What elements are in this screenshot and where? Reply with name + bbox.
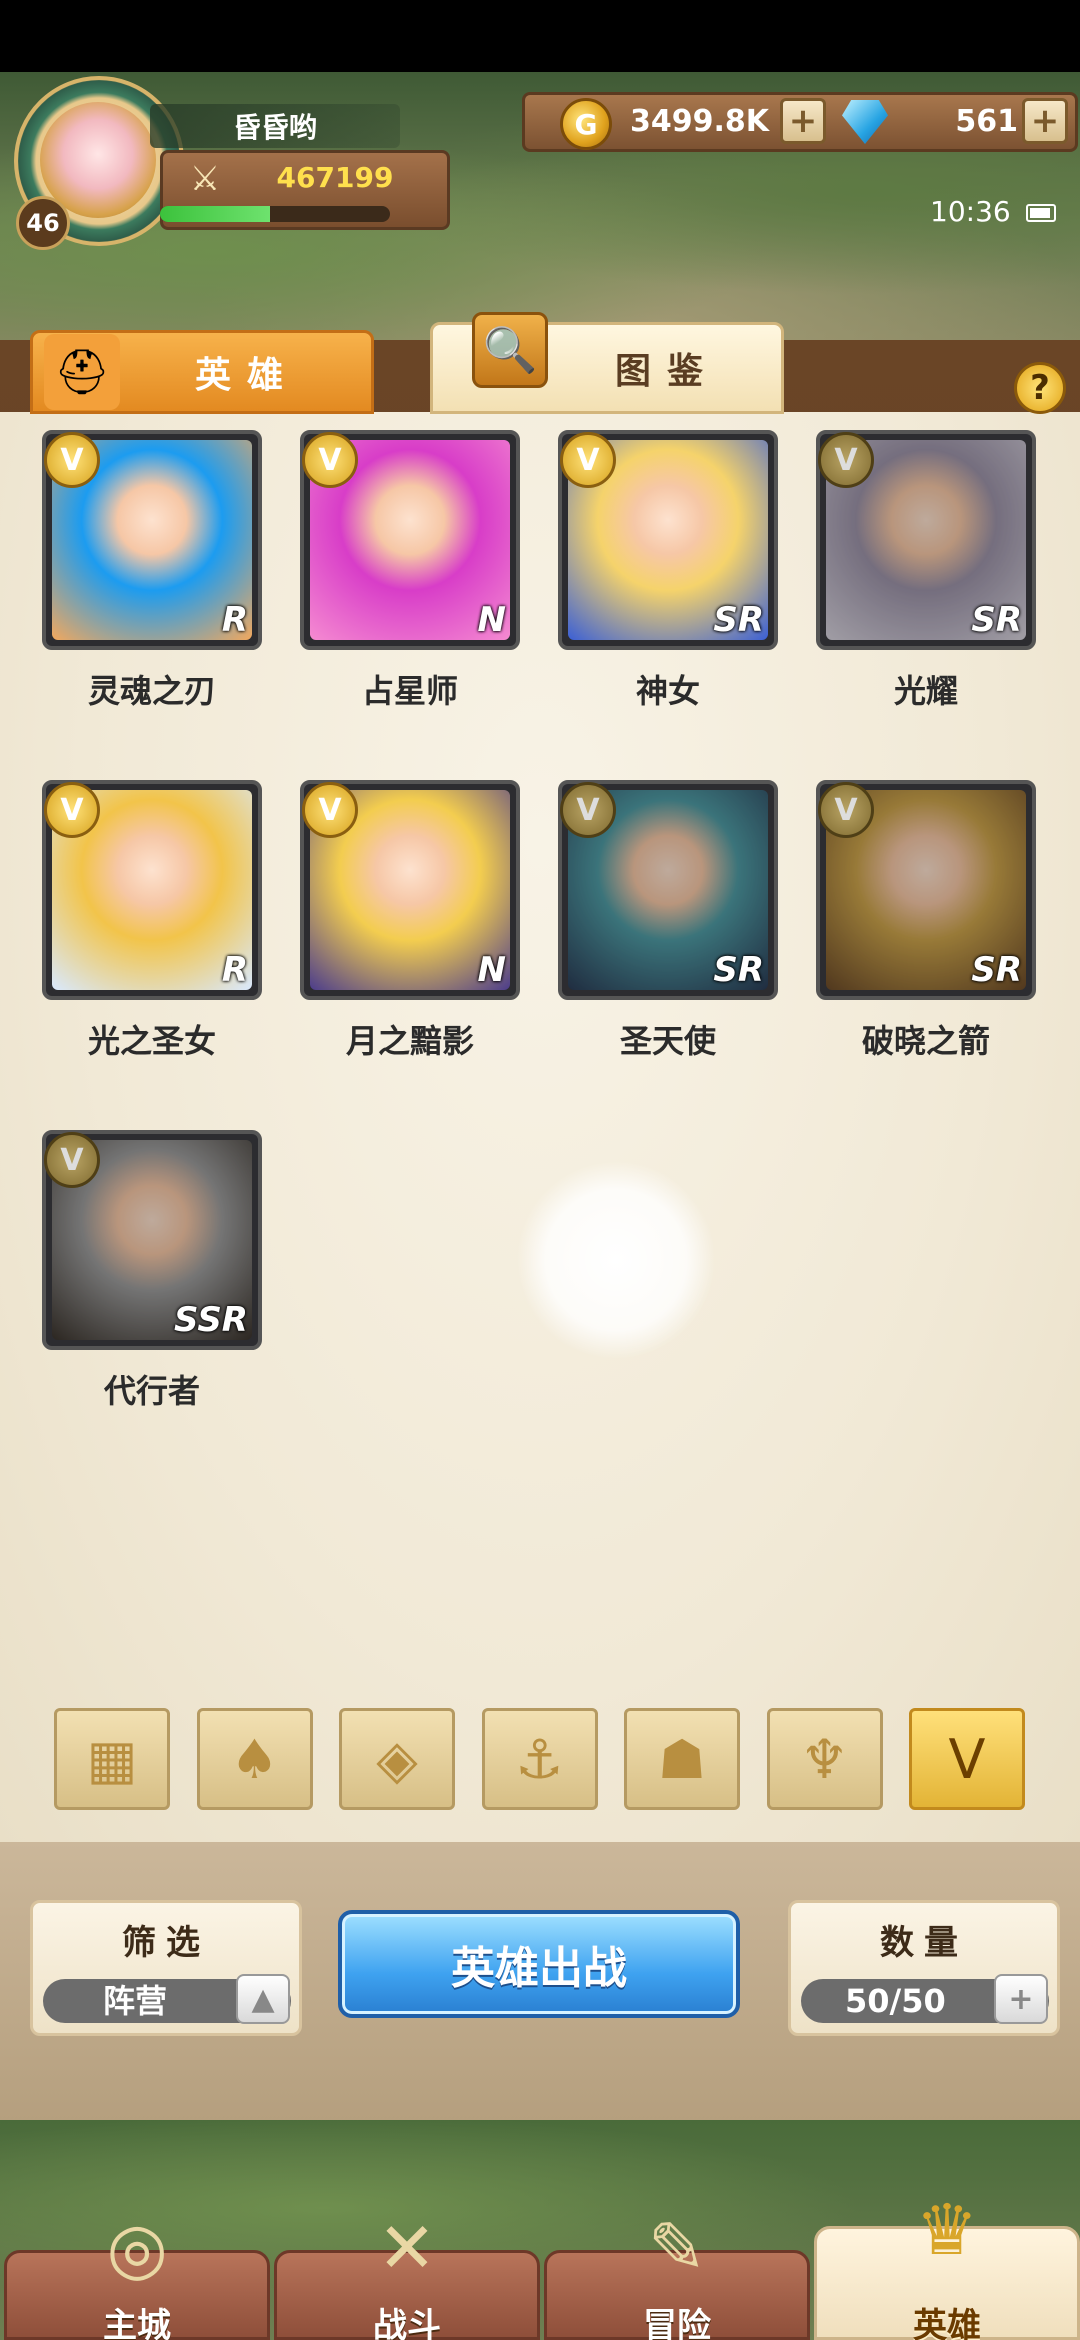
- faction-filter-leaf-icon[interactable]: ♠: [196, 1708, 313, 1810]
- nav-label: 主城: [103, 2306, 171, 2340]
- faction-badge-icon: V: [560, 432, 616, 488]
- hero-rarity: SR: [713, 950, 764, 990]
- clock: 10:36: [930, 195, 1011, 228]
- tab-codex-label: 图鉴: [614, 351, 719, 392]
- hero-rarity: N: [477, 600, 506, 640]
- faction-filter-chevron-icon[interactable]: V: [909, 1708, 1025, 1810]
- helmet-icon: ♛: [915, 2189, 979, 2271]
- faction-badge-icon: V: [44, 432, 100, 488]
- swords-icon: ✕: [377, 2207, 437, 2289]
- chevron-icon: V: [948, 1727, 986, 1791]
- faction-badge-icon: V: [560, 782, 616, 838]
- hero-rarity: R: [221, 600, 248, 640]
- hero-rarity: R: [221, 950, 248, 990]
- faction-badge-icon: V: [302, 782, 358, 838]
- leaf-icon: ♠: [230, 1727, 279, 1791]
- faction-filter-anchor-icon[interactable]: ⚓: [481, 1708, 598, 1810]
- grid-icon: ▦: [86, 1727, 138, 1791]
- gold-coin-icon: G: [560, 98, 612, 150]
- horns-icon: ♆: [800, 1727, 849, 1791]
- hero-name: 破晓之箭: [861, 1022, 990, 1060]
- hero-rarity: SR: [971, 950, 1022, 990]
- hero-name: 灵魂之刃: [87, 672, 216, 710]
- faction-badge-icon: V: [302, 432, 358, 488]
- faction-filter-diamond-icon[interactable]: ◈: [339, 1708, 455, 1810]
- hero-name: 圣天使: [619, 1022, 716, 1060]
- expand-capacity-button[interactable]: +: [994, 1974, 1048, 2024]
- glow-effect: [516, 1160, 716, 1360]
- hero-rarity: SR: [713, 600, 764, 640]
- level-badge: 46: [16, 196, 70, 250]
- gold-amount: 3499.8K: [630, 104, 770, 139]
- add-gems-button[interactable]: +: [1022, 98, 1068, 144]
- hero-rarity: SR: [971, 600, 1022, 640]
- deploy-heroes-button[interactable]: 英雄出战: [338, 1910, 740, 2018]
- player-name: 昏昏哟: [150, 104, 400, 148]
- faction-badge-icon: V: [44, 1132, 100, 1188]
- xp-bar-fill: [160, 206, 271, 222]
- hero-name: 月之黯影: [345, 1022, 474, 1060]
- faction-filter-grid-icon[interactable]: ▦: [54, 1708, 170, 1810]
- hero-rarity: N: [477, 950, 506, 990]
- tab-heroes-label: 英雄: [194, 355, 299, 396]
- faction-filter-horns-icon[interactable]: ♆: [766, 1708, 883, 1810]
- hero-name: 代行者: [103, 1372, 200, 1410]
- system-status-bar: [0, 0, 1080, 72]
- magnifier-icon: 🔍: [472, 312, 548, 388]
- hero-rarity: SSR: [174, 1300, 248, 1340]
- helmet-icon: ⛑: [44, 334, 120, 410]
- hero-name: 占星师: [361, 672, 458, 710]
- hero-name: 光耀: [893, 672, 958, 710]
- add-gold-button[interactable]: +: [780, 98, 826, 144]
- faction-badge-icon: V: [44, 782, 100, 838]
- anchor-icon: ⚓: [515, 1727, 564, 1791]
- count-title: 数量: [880, 1923, 968, 1963]
- hero-name: 光之圣女: [87, 1022, 216, 1060]
- xp-bar: [160, 206, 390, 222]
- nav-label: 英雄: [913, 2306, 981, 2340]
- castle-icon: ◎: [106, 2207, 168, 2289]
- battery-icon: [1026, 204, 1056, 222]
- faction-filter-beast-icon[interactable]: ☗: [624, 1708, 740, 1810]
- filter-expand-button[interactable]: ▲: [236, 1974, 290, 2024]
- beast-icon: ☗: [657, 1727, 707, 1791]
- crossed-swords-icon: ⚔: [189, 159, 221, 199]
- gem-amount: 561: [955, 104, 1018, 139]
- scroll-icon: ✎: [647, 2207, 707, 2289]
- faction-badge-icon: V: [818, 782, 874, 838]
- power-value: 467199: [276, 161, 394, 194]
- hero-name: 神女: [635, 672, 700, 710]
- diamond-icon: ◈: [376, 1727, 418, 1791]
- filter-title: 筛选: [122, 1923, 210, 1963]
- faction-badge-icon: V: [818, 432, 874, 488]
- nav-label: 冒险: [643, 2306, 711, 2340]
- help-button[interactable]: ?: [1014, 362, 1066, 414]
- nav-label: 战斗: [373, 2306, 441, 2340]
